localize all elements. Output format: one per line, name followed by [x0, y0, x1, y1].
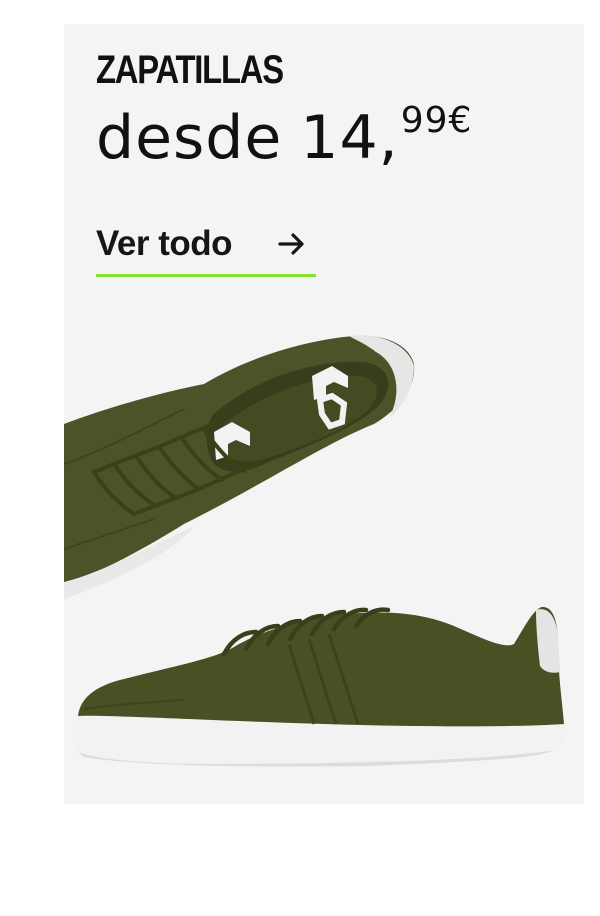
bottom-shoe-icon	[73, 606, 566, 767]
sneakers-image	[64, 335, 566, 767]
price-line: desde 14,99€	[96, 103, 472, 169]
category-title: ZAPATILLAS	[96, 48, 284, 92]
top-shoe-icon	[64, 335, 415, 599]
price-cents: 99€	[400, 100, 473, 141]
price-prefix: desde	[96, 103, 283, 173]
cta-underline	[96, 274, 316, 277]
price-integer: 14,	[300, 103, 399, 173]
arrow-right-icon	[278, 233, 304, 255]
see-all-label: Ver todo	[96, 224, 233, 263]
see-all-link[interactable]: Ver todo	[96, 224, 316, 280]
promo-card[interactable]: ZAPATILLAS desde 14,99€ Ver todo	[64, 24, 584, 804]
